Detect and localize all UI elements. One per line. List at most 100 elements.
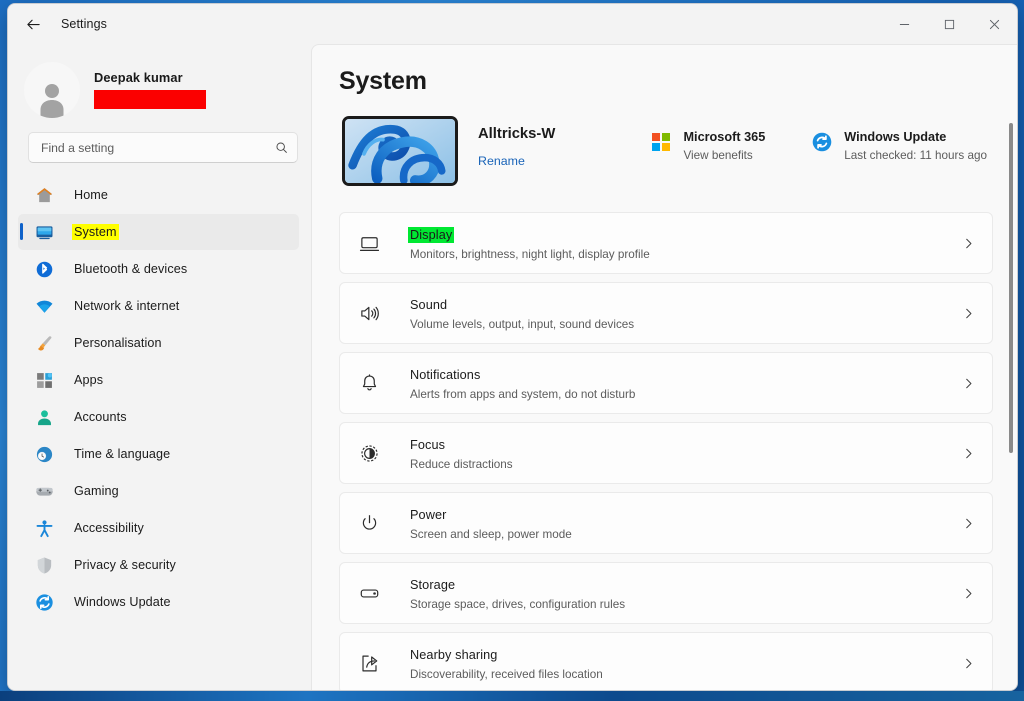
chevron-right-icon xyxy=(962,307,975,320)
windows-update-link[interactable]: Windows Update Last checked: 11 hours ag… xyxy=(811,130,987,162)
microsoft-365-text: Microsoft 365 View benefits xyxy=(683,130,765,162)
account-email-redaction xyxy=(94,90,206,109)
sidebar-item-time-language[interactable]: Time & language xyxy=(18,436,299,472)
settings-row-title: Notifications xyxy=(408,367,482,383)
settings-row-subtitle: Reduce distractions xyxy=(408,458,962,471)
sidebar-item-bluetooth-devices[interactable]: Bluetooth & devices xyxy=(18,251,299,287)
settings-row-text: SoundVolume levels, output, input, sound… xyxy=(408,296,962,331)
sidebar-item-accessibility[interactable]: Accessibility xyxy=(18,510,299,546)
settings-row-text: Display Monitors, brightness, night light… xyxy=(408,226,962,261)
windows-update-icon xyxy=(34,592,54,612)
chevron-right-icon xyxy=(962,587,975,600)
settings-row-text: Storage Storage space, drives, configurat… xyxy=(408,576,962,611)
close-icon[interactable] xyxy=(972,4,1017,44)
settings-row-subtitle: Volume levels, output, input, sound devi… xyxy=(408,318,962,331)
avatar xyxy=(24,62,80,118)
sidebar: Deepak kumar Home System Bluetooth & devic… xyxy=(8,44,311,690)
sidebar-item-windows-update[interactable]: Windows Update xyxy=(18,584,299,620)
settings-row-text: Power Screen and sleep, power mode xyxy=(408,506,962,541)
windows-update-subtitle: Last checked: 11 hours ago xyxy=(844,149,987,162)
settings-row-subtitle: Screen and sleep, power mode xyxy=(408,528,962,541)
storage-drive-icon xyxy=(356,580,382,606)
chevron-right-icon xyxy=(962,657,975,670)
microsoft-365-link[interactable]: Microsoft 365 View benefits xyxy=(650,130,765,162)
sidebar-item-label: Bluetooth & devices xyxy=(72,261,189,277)
bell-icon xyxy=(356,370,382,396)
window-controls xyxy=(882,4,1017,44)
settings-row-text: Nearby sharing Discoverability, received … xyxy=(408,646,962,681)
microsoft-logo-icon xyxy=(650,131,672,153)
sidebar-item-label: Accessibility xyxy=(72,520,146,536)
main-content: System xyxy=(311,44,1017,690)
shield-icon xyxy=(34,555,54,575)
sidebar-item-home[interactable]: Home xyxy=(18,177,299,213)
windows-update-sync-icon xyxy=(811,131,833,153)
settings-row-subtitle: Monitors, brightness, night light, displ… xyxy=(408,248,962,261)
settings-row-sound[interactable]: SoundVolume levels, output, input, sound… xyxy=(339,282,993,344)
sidebar-item-system[interactable]: System xyxy=(18,214,299,250)
back-arrow-icon[interactable] xyxy=(16,9,50,39)
desktop-background: Settings xyxy=(0,0,1024,701)
settings-row-title: Power xyxy=(408,507,448,523)
sidebar-item-accounts[interactable]: Accounts xyxy=(18,399,299,435)
device-name: Alltricks-W xyxy=(478,126,555,142)
device-header: Alltricks-W Rename xyxy=(339,116,993,186)
main-scrollbar[interactable] xyxy=(1009,123,1013,453)
microsoft-365-subtitle: View benefits xyxy=(683,149,765,162)
sidebar-item-label: Gaming xyxy=(72,483,121,499)
settings-list: Display Monitors, brightness, night light… xyxy=(339,212,993,690)
account-name: Deepak kumar xyxy=(94,70,206,85)
sidebar-item-label: Accounts xyxy=(72,409,129,425)
nearby-share-icon xyxy=(356,650,382,676)
settings-row-power[interactable]: Power Screen and sleep, power mode xyxy=(339,492,993,554)
minimize-icon[interactable] xyxy=(882,4,927,44)
settings-row-title: Focus xyxy=(408,437,447,453)
settings-row-title: Nearby sharing xyxy=(408,647,499,663)
sidebar-item-personalisation[interactable]: Personalisation xyxy=(18,325,299,361)
sidebar-item-label: Personalisation xyxy=(72,335,164,351)
account-block[interactable]: Deepak kumar xyxy=(18,44,299,118)
windows-update-text: Windows Update Last checked: 11 hours ag… xyxy=(844,130,987,162)
settings-row-subtitle: Alerts from apps and system, do not dist… xyxy=(408,388,962,401)
sidebar-item-network-internet[interactable]: Network & internet xyxy=(18,288,299,324)
settings-row-storage[interactable]: Storage Storage space, drives, configurat… xyxy=(339,562,993,624)
page-title: System xyxy=(339,67,993,96)
gamepad-icon xyxy=(34,481,54,501)
chevron-right-icon xyxy=(962,377,975,390)
settings-row-subtitle: Discoverability, received files location xyxy=(408,668,962,681)
sidebar-item-label: Network & internet xyxy=(72,298,181,314)
sidebar-item-apps[interactable]: Apps xyxy=(18,362,299,398)
settings-row-title: Storage xyxy=(408,577,457,593)
sidebar-nav: Home System Bluetooth & devices Network & i… xyxy=(18,177,299,620)
windows-11-bloom-wallpaper-thumbnail xyxy=(342,116,458,186)
bluetooth-icon xyxy=(34,259,54,279)
search-box[interactable] xyxy=(28,132,298,163)
maximize-icon[interactable] xyxy=(927,4,972,44)
power-icon xyxy=(356,510,382,536)
settings-row-nearby-sharing[interactable]: Nearby sharing Discoverability, received … xyxy=(339,632,993,690)
main-scroll-area: System xyxy=(312,45,1017,690)
header-links: Microsoft 365 View benefits xyxy=(650,116,993,162)
sidebar-item-label: Home xyxy=(72,187,110,203)
settings-window: Settings xyxy=(7,3,1018,691)
rename-link[interactable]: Rename xyxy=(478,154,555,168)
settings-row-focus[interactable]: Focus Reduce distractions xyxy=(339,422,993,484)
window-body: Deepak kumar Home System Bluetooth & devic… xyxy=(8,44,1017,690)
sidebar-item-label: Time & language xyxy=(72,446,172,462)
wifi-icon xyxy=(34,296,54,316)
focus-moon-icon xyxy=(356,440,382,466)
chevron-right-icon xyxy=(962,517,975,530)
chevron-right-icon xyxy=(962,447,975,460)
settings-row-display[interactable]: Display Monitors, brightness, night light… xyxy=(339,212,993,274)
sidebar-item-gaming[interactable]: Gaming xyxy=(18,473,299,509)
sidebar-item-label: Apps xyxy=(72,372,105,388)
settings-row-text: Focus Reduce distractions xyxy=(408,436,962,471)
settings-row-subtitle: Storage space, drives, configuration rul… xyxy=(408,598,962,611)
search-input[interactable] xyxy=(41,141,275,155)
settings-row-notifications[interactable]: Notifications Alerts from apps and system… xyxy=(339,352,993,414)
account-person-icon xyxy=(34,407,54,427)
account-text: Deepak kumar xyxy=(94,70,206,109)
settings-row-title: Display xyxy=(408,227,454,243)
microsoft-365-title: Microsoft 365 xyxy=(683,130,765,144)
sidebar-item-privacy-security[interactable]: Privacy & security xyxy=(18,547,299,583)
